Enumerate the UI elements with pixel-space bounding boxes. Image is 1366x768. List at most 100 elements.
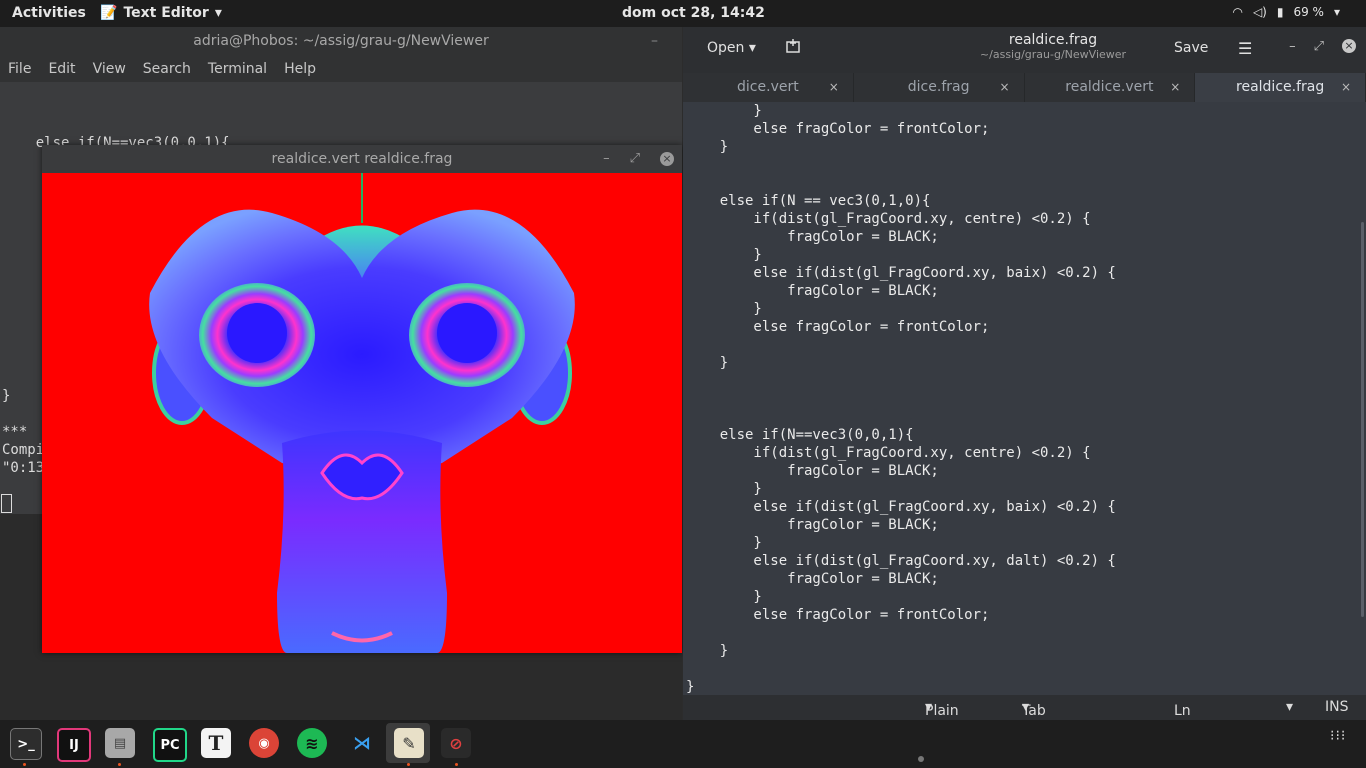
editor-headerbar: Open ▾ realdice.frag ~/assig/grau-g/NewV… (683, 27, 1366, 73)
terminal-minimize-button[interactable]: – (651, 27, 658, 55)
insert-mode[interactable]: INS (1325, 699, 1349, 715)
document-tabs: dice.vert × dice.frag × realdice.vert × … (683, 73, 1366, 102)
terminal-title: adria@Phobos: ~/assig/grau-g/NewViewer (193, 33, 489, 49)
top-bar: Activities 📝 Text Editor ▾ dom oct 28, 1… (0, 0, 1366, 27)
tab-label: realdice.vert (1065, 79, 1154, 95)
intellij-icon[interactable]: IJ (57, 728, 91, 762)
files-icon[interactable]: ▤ (105, 728, 135, 758)
terminal-line: *** (2, 424, 28, 440)
dock: >_ IJ ▤ PC T ◉ ≋ ⋊ ✎ ⊘ ⁝⁝⁝ (0, 720, 1366, 768)
hamburger-menu-icon[interactable]: ☰ (1238, 39, 1252, 58)
vscode-icon[interactable]: ⋊ (347, 728, 377, 758)
menu-file[interactable]: File (8, 61, 31, 77)
terminal-line: "0:13 (2, 460, 45, 476)
minimize-button[interactable]: – (603, 145, 610, 173)
terminal-icon[interactable]: >_ (10, 728, 42, 760)
open-label: Open (707, 40, 745, 56)
menu-help[interactable]: Help (284, 61, 316, 77)
terminal-titlebar[interactable]: adria@Phobos: ~/assig/grau-g/NewViewer – (0, 27, 682, 55)
code-area[interactable]: } else fragColor = frontColor; } else if… (683, 102, 1366, 695)
maximize-button[interactable]: ⤢ (1314, 39, 1324, 54)
scrollbar[interactable] (1361, 222, 1364, 617)
code-line: } (686, 481, 762, 497)
text-editor-window: Open ▾ realdice.frag ~/assig/grau-g/NewV… (683, 27, 1366, 767)
close-tab-icon[interactable]: × (829, 73, 839, 102)
running-indicator (407, 763, 410, 766)
viewer-titlebar[interactable]: realdice.vert realdice.frag – ⤢ × (42, 145, 682, 173)
tab-realdice-frag[interactable]: realdice.frag × (1195, 73, 1366, 102)
chrome-icon[interactable]: ◉ (249, 728, 279, 758)
close-button[interactable]: × (660, 152, 674, 166)
code-line: } (686, 535, 762, 551)
code-line: fragColor = BLACK; (686, 229, 939, 245)
code-line: else if(dist(gl_FragCoord.xy, baix) <0.2… (686, 265, 1116, 281)
chevron-down-icon[interactable]: ▾ (1286, 699, 1293, 715)
code-line: fragColor = BLACK; (686, 571, 939, 587)
maximize-button[interactable]: ⤢ (630, 145, 640, 173)
volume-icon: ◁) (1252, 5, 1267, 19)
code-line: else fragColor = frontColor; (686, 121, 990, 137)
right-pupil (437, 303, 497, 363)
tab-label: realdice.frag (1236, 79, 1325, 95)
terminal-cursor (1, 494, 12, 513)
code-line: else if(dist(gl_FragCoord.xy, baix) <0.2… (686, 499, 1116, 515)
close-button[interactable]: × (1342, 39, 1356, 53)
code-line: fragColor = BLACK; (686, 463, 939, 479)
render-canvas[interactable] (42, 173, 682, 653)
text-editor-app-icon: 📝 (100, 5, 118, 21)
menu-view[interactable]: View (93, 61, 126, 77)
spotify-icon[interactable]: ≋ (297, 728, 327, 758)
tab-realdice-vert[interactable]: realdice.vert × (1025, 73, 1196, 102)
wifi-icon: ◠ (1232, 5, 1243, 19)
code-line: fragColor = BLACK; (686, 283, 939, 299)
tab-label: dice.frag (907, 79, 970, 95)
battery-icon: ▮ (1276, 5, 1284, 19)
chevron-down-icon: ▾ (1333, 5, 1340, 19)
open-button[interactable]: Open ▾ (707, 40, 756, 56)
code-line: fragColor = BLACK; (686, 517, 939, 533)
tab-label: dice.vert (737, 79, 799, 95)
activities-button[interactable]: Activities (12, 5, 86, 21)
viewer-icon[interactable]: ⊘ (441, 728, 471, 758)
status-bar: Plain Text ▾ Tab Width: 4 ▾ Ln 32, Col 1… (683, 695, 1366, 767)
terminal-line: Compi (2, 442, 45, 458)
menu-search[interactable]: Search (143, 61, 191, 77)
code-line: if(dist(gl_FragCoord.xy, centre) <0.2) { (686, 445, 1091, 461)
viewer-window: realdice.vert realdice.frag – ⤢ × (42, 145, 682, 653)
app-menu[interactable]: 📝 Text Editor ▾ (100, 5, 222, 21)
code-line: } (686, 247, 762, 263)
code-line: } (686, 679, 695, 695)
terminal-line: } (2, 388, 11, 404)
code-line: else if(N == vec3(0,1,0){ (686, 193, 931, 209)
minimize-button[interactable]: – (1289, 39, 1296, 54)
document-path: ~/assig/grau-g/NewViewer (979, 48, 1127, 61)
clock[interactable]: dom oct 28, 14:42 (622, 5, 765, 21)
code-line: else if(dist(gl_FragCoord.xy, dalt) <0.2… (686, 553, 1116, 569)
new-document-icon[interactable] (785, 38, 801, 58)
chevron-down-icon: ▾ (214, 5, 222, 21)
close-tab-icon[interactable]: × (999, 73, 1009, 102)
document-title: realdice.frag (1008, 32, 1098, 48)
text-editor-icon[interactable]: ✎ (394, 728, 424, 758)
tab-width-selector[interactable]: Tab Width: 4 ▾ (1022, 699, 1067, 751)
save-button[interactable]: Save (1174, 40, 1208, 56)
running-indicator (118, 763, 121, 766)
close-tab-icon[interactable]: × (1341, 73, 1351, 102)
show-applications-icon[interactable]: ⁝⁝⁝ (1330, 729, 1346, 743)
pycharm-icon[interactable]: PC (153, 728, 187, 762)
close-tab-icon[interactable]: × (1170, 73, 1180, 102)
tab-dice-vert[interactable]: dice.vert × (683, 73, 854, 102)
workspace-indicator (918, 756, 924, 762)
typora-icon[interactable]: T (201, 728, 231, 758)
code-line: } (686, 301, 762, 317)
menu-edit[interactable]: Edit (48, 61, 75, 77)
tab-dice-frag[interactable]: dice.frag × (854, 73, 1025, 102)
menu-terminal[interactable]: Terminal (208, 61, 267, 77)
running-indicator (455, 763, 458, 766)
editor-title: realdice.frag ~/assig/grau-g/NewViewer (913, 32, 1193, 61)
system-tray[interactable]: ◠ ◁) ▮ 69 % ▾ (1232, 5, 1340, 19)
terminal-menubar: File Edit View Search Terminal Help (0, 55, 682, 82)
code-line: } (686, 355, 729, 371)
code-line: } (686, 589, 762, 605)
language-selector[interactable]: Plain Text ▾ (925, 699, 959, 735)
